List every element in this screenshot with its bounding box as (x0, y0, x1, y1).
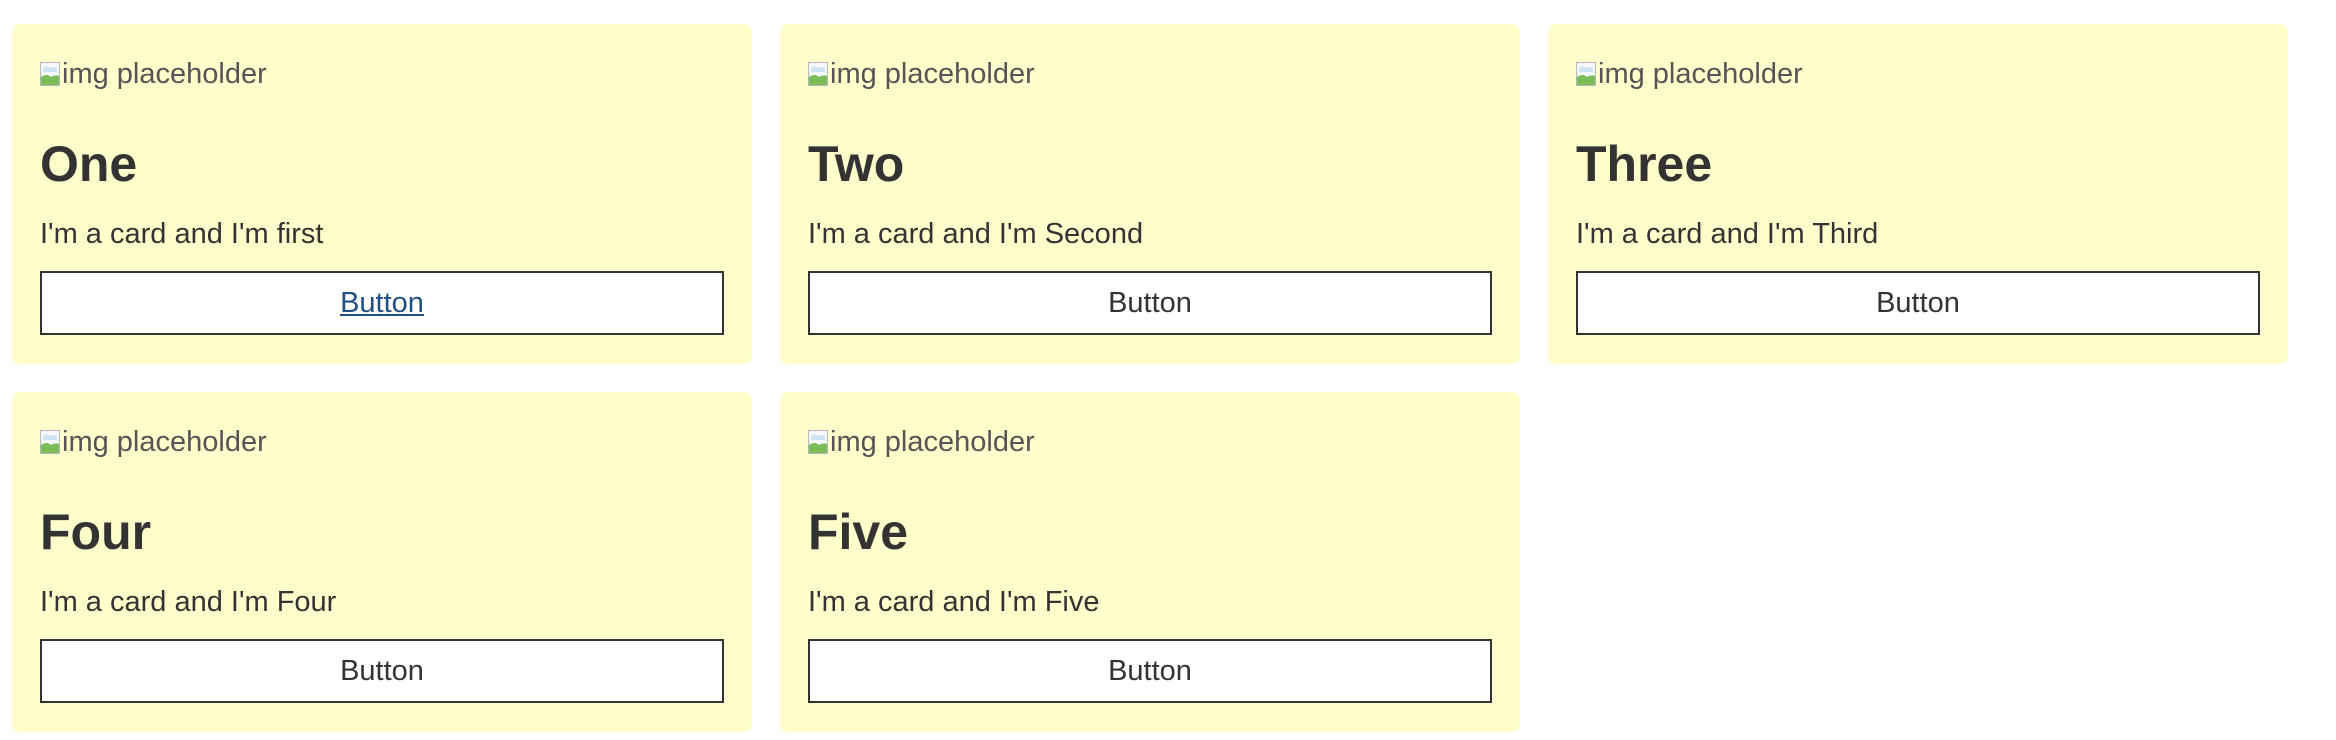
card-title: Five (808, 504, 909, 560)
card-image-placeholder: img placeholder (40, 56, 267, 92)
broken-image-icon (1576, 62, 1596, 86)
card-title: Three (1576, 136, 1713, 192)
card-grid: img placeholder One I'm a card and I'm f… (0, 0, 2336, 740)
card-image-placeholder: img placeholder (40, 424, 267, 460)
card-text: I'm a card and I'm first (40, 218, 324, 250)
card-text: I'm a card and I'm Third (1576, 218, 1879, 250)
card-image-alt: img placeholder (830, 57, 1035, 90)
card-button[interactable]: Button (808, 639, 1492, 703)
card-title: Four (40, 504, 152, 560)
card-three: img placeholder Three I'm a card and I'm… (1548, 24, 2288, 364)
card-five: img placeholder Five I'm a card and I'm … (780, 392, 1520, 732)
card-title: One (40, 136, 138, 192)
card-button[interactable]: Button (808, 271, 1492, 335)
card-button[interactable]: Button (40, 271, 724, 335)
card-title: Two (808, 136, 905, 192)
card-button[interactable]: Button (1576, 271, 2260, 335)
card-button[interactable]: Button (40, 639, 724, 703)
card-text: I'm a card and I'm Second (808, 218, 1144, 250)
card-text: I'm a card and I'm Five (808, 586, 1100, 618)
card-image-placeholder: img placeholder (1576, 56, 1803, 92)
card-four: img placeholder Four I'm a card and I'm … (12, 392, 752, 732)
card-image-placeholder: img placeholder (808, 424, 1035, 460)
card-text: I'm a card and I'm Four (40, 586, 337, 618)
broken-image-icon (808, 62, 828, 86)
card-one: img placeholder One I'm a card and I'm f… (12, 24, 752, 364)
card-image-alt: img placeholder (830, 425, 1035, 458)
broken-image-icon (40, 430, 60, 454)
card-two: img placeholder Two I'm a card and I'm S… (780, 24, 1520, 364)
broken-image-icon (808, 430, 828, 454)
card-image-alt: img placeholder (1598, 57, 1803, 90)
card-image-alt: img placeholder (62, 425, 267, 458)
card-image-alt: img placeholder (62, 57, 267, 90)
card-image-placeholder: img placeholder (808, 56, 1035, 92)
broken-image-icon (40, 62, 60, 86)
